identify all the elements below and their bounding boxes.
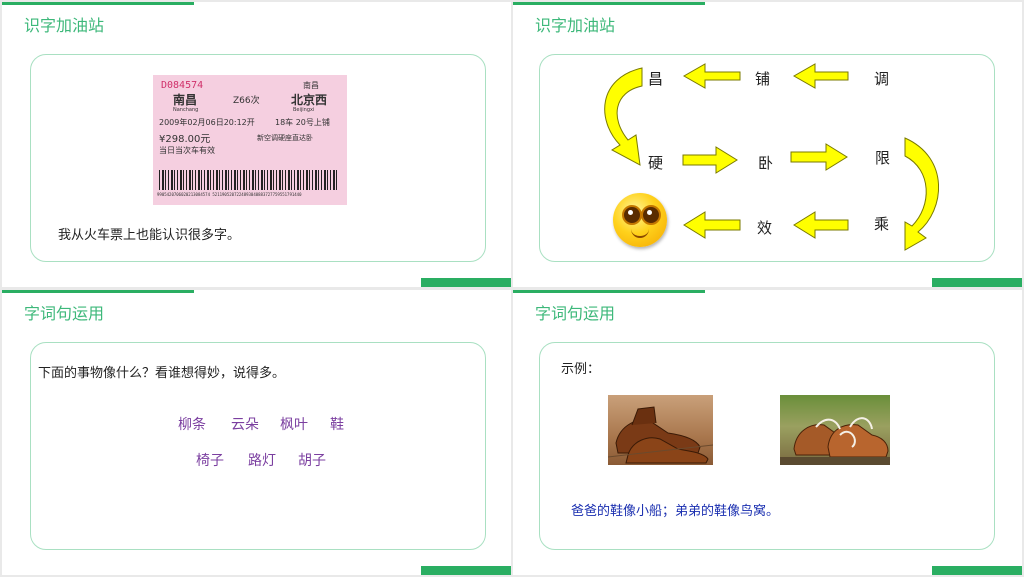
untied-shoes-icon — [780, 417, 890, 465]
question-prompt: 下面的事物像什么？看谁想得妙，说得多。 — [38, 366, 286, 381]
char-chang: 昌 — [648, 70, 664, 88]
accent-bar-top — [2, 290, 194, 293]
char-cheng: 乘 — [874, 215, 890, 233]
char-tiao: 调 — [874, 70, 890, 88]
accent-bar-top — [513, 290, 705, 293]
slide-title: 字词句运用 — [535, 304, 616, 323]
word-item: 胡子 — [298, 453, 326, 469]
char-xian: 限 — [875, 149, 891, 167]
char-pu: 铺 — [755, 70, 771, 88]
char-ying: 硬 — [648, 154, 664, 172]
accent-bar-bottom — [932, 566, 1022, 575]
example-label: 示例： — [561, 362, 601, 377]
char-wo: 卧 — [758, 154, 774, 172]
shoes-photo-2 — [780, 395, 890, 465]
arrow-left-icon — [682, 63, 741, 89]
arrow-left-icon — [683, 211, 741, 239]
word-item: 枫叶 — [280, 417, 308, 433]
smiley-eye — [622, 205, 642, 225]
slide-4: 字词句运用 示例： 爸爸的鞋像小船；弟弟的鞋像鸟窝。 — [513, 290, 1022, 575]
word-item: 鞋 — [330, 417, 344, 433]
slide-3: 字词句运用 下面的事物像什么？看谁想得妙，说得多。 柳条 云朵 枫叶 鞋 椅子 … — [2, 290, 511, 575]
char-xiao: 效 — [757, 219, 773, 237]
word-item: 路灯 — [248, 453, 276, 469]
accent-bar-bottom — [421, 566, 511, 575]
brown-shoes-icon — [608, 406, 713, 464]
example-sentence: 爸爸的鞋像小船；弟弟的鞋像鸟窝。 — [571, 504, 780, 519]
smiley-face-icon — [613, 193, 667, 247]
word-item: 云朵 — [231, 417, 259, 433]
curved-arrow-icon — [904, 137, 939, 251]
arrow-left-icon — [792, 63, 849, 89]
smiley-mouth — [631, 228, 649, 238]
slide-title: 字词句运用 — [24, 304, 105, 323]
shoes-photo-1 — [608, 395, 713, 465]
arrow-right-icon — [790, 143, 848, 171]
smiley-eye — [641, 205, 661, 225]
word-item: 椅子 — [196, 453, 224, 469]
arrow-left-icon — [793, 211, 849, 239]
word-item: 柳条 — [178, 417, 206, 433]
curved-arrow-icon — [604, 67, 643, 166]
arrow-right-icon — [682, 146, 738, 174]
